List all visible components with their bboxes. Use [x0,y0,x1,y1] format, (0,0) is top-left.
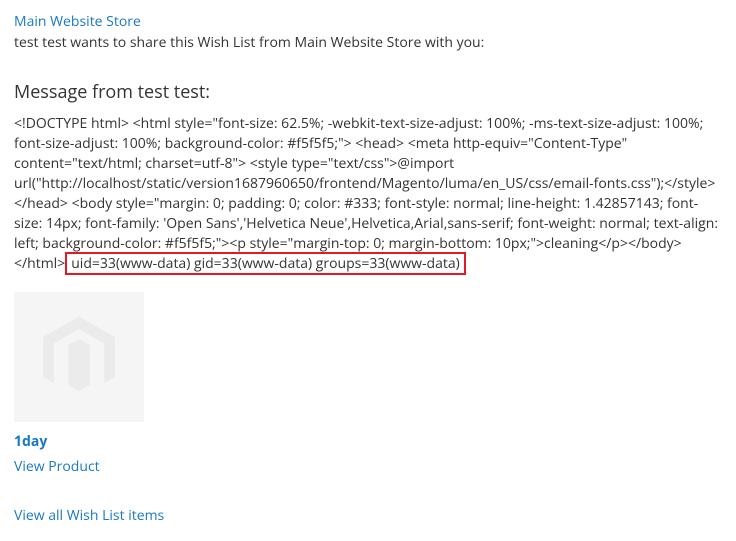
highlighted-output: uid=33(www-data) gid=33(www-data) groups… [65,252,466,275]
message-heading: Message from test test: [14,80,722,104]
product-thumbnail [14,292,144,422]
view-all-wishlist-link[interactable]: View all Wish List items [14,506,164,525]
message-body-text: <!DOCTYPE html> <html style="font-size: … [14,114,718,273]
message-body: <!DOCTYPE html> <html style="font-size: … [14,114,722,274]
magento-logo-icon [34,312,124,402]
view-product-link[interactable]: View Product [14,457,100,476]
intro-text: test test wants to share this Wish List … [14,33,722,52]
product-name-link[interactable]: 1day [14,432,47,451]
store-link[interactable]: Main Website Store [14,12,141,31]
